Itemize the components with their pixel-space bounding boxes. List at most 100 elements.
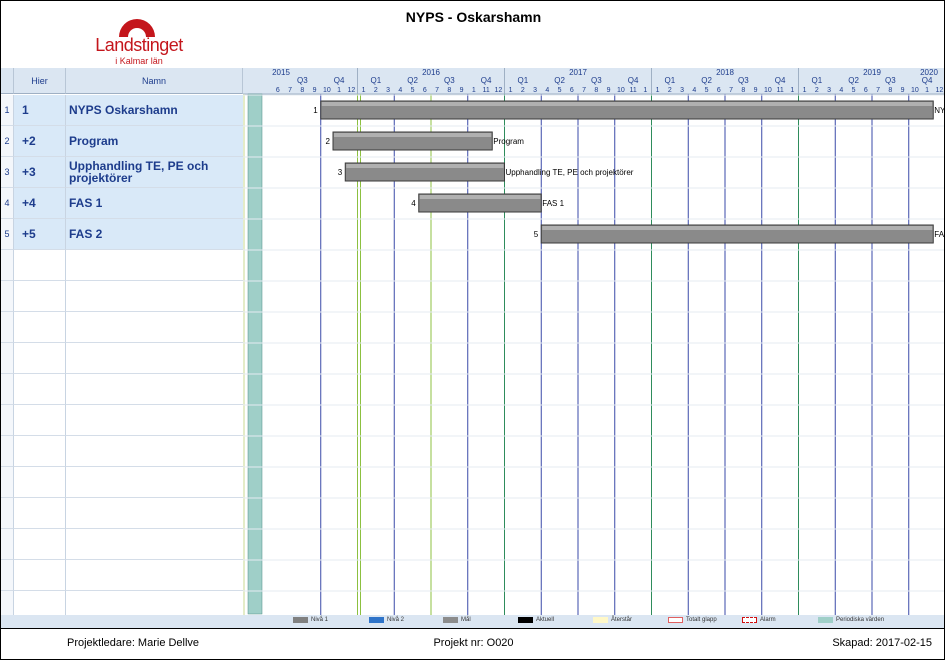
row-hier <box>14 467 66 498</box>
month-label: 7 <box>876 87 880 94</box>
month-label: 1 <box>362 87 366 94</box>
legend-label: Periodiska värden <box>836 617 885 623</box>
empty-row <box>1 343 243 374</box>
month-label: 6 <box>423 87 427 94</box>
month-label: 3 <box>386 87 390 94</box>
project-number: Projekt nr: O020 <box>433 637 514 649</box>
row-name: Program <box>66 126 243 157</box>
month-label: 3 <box>533 87 537 94</box>
gantt-bar-highlight <box>346 164 504 168</box>
empty-row <box>1 281 243 312</box>
month-label: 8 <box>447 87 451 94</box>
empty-row <box>1 529 243 560</box>
month-label: 2 <box>374 87 378 94</box>
month-label: 1 <box>472 87 476 94</box>
gantt-bar-id: 2 <box>326 137 331 146</box>
row-number <box>1 467 14 498</box>
quarter-label: Q4 <box>628 76 639 85</box>
table-row[interactable]: 3 +3 Upphandling TE, PE och projektörer <box>1 157 243 188</box>
quarter-label: Q3 <box>444 76 455 85</box>
gantt-report-page: NYPS - Oskarshamn Landstinget i Kalmar l… <box>0 0 945 660</box>
landstinget-logo: Landstinget i Kalmar län <box>89 19 189 67</box>
row-number: 4 <box>1 188 14 219</box>
legend-swatch-icon <box>668 617 683 623</box>
empty-row <box>1 405 243 436</box>
month-label: 1 <box>337 87 341 94</box>
row-hier <box>14 343 66 374</box>
logo-subtitle: i Kalmar län <box>115 56 163 66</box>
quarter-label: Q4 <box>334 76 345 85</box>
table-row[interactable]: 4 +4 FAS 1 <box>1 188 243 219</box>
row-name <box>66 374 243 405</box>
row-number <box>1 312 14 343</box>
gantt-bar-label: FAS 1 <box>542 199 564 208</box>
name-header[interactable]: Namn <box>66 68 243 94</box>
month-label: 5 <box>705 87 709 94</box>
table-row[interactable]: 5 +5 FAS 2 <box>1 219 243 250</box>
gantt-bar-highlight <box>419 195 541 199</box>
quarter-label: Q1 <box>371 76 382 85</box>
quarter-label: Q1 <box>812 76 823 85</box>
gantt-bar-id: 4 <box>411 199 416 208</box>
legend-label: Totalt glapp <box>686 617 717 623</box>
month-label: 9 <box>901 87 905 94</box>
month-label: 7 <box>582 87 586 94</box>
legend-item: Aktuell <box>518 617 554 623</box>
quarter-label: Q2 <box>554 76 565 85</box>
month-label: 4 <box>545 87 549 94</box>
row-name <box>66 467 243 498</box>
row-name <box>66 343 243 374</box>
logo-name: Landstinget <box>95 35 183 55</box>
table-row[interactable]: 1 1 NYPS Oskarshamn <box>1 95 243 126</box>
gantt-bar-highlight <box>321 102 933 106</box>
month-label: 1 <box>643 87 647 94</box>
row-number <box>1 405 14 436</box>
month-label: 6 <box>717 87 721 94</box>
row-number <box>1 498 14 529</box>
month-label: 1 <box>509 87 513 94</box>
row-number <box>1 560 14 591</box>
legend-item: Alarm <box>742 617 776 623</box>
quarter-label: Q4 <box>922 76 933 85</box>
report-footer: Projektledare: Marie Dellve Projekt nr: … <box>1 628 944 659</box>
row-number <box>1 343 14 374</box>
month-label: 10 <box>911 87 919 94</box>
month-label: 8 <box>594 87 598 94</box>
month-label: 5 <box>852 87 856 94</box>
legend-swatch-icon <box>593 617 608 623</box>
legend-item: Nivå 2 <box>369 617 404 623</box>
month-label: 11 <box>776 87 783 94</box>
row-number: 3 <box>1 157 14 188</box>
quarter-label: Q4 <box>481 76 492 85</box>
month-label: 8 <box>300 87 304 94</box>
table-row[interactable]: 2 +2 Program <box>1 126 243 157</box>
year-label: 2019 <box>863 68 881 77</box>
month-label: 9 <box>607 87 611 94</box>
row-number: 5 <box>1 219 14 250</box>
legend-label: Alarm <box>760 617 776 623</box>
legend-item: Återstår <box>593 617 632 623</box>
gantt-bar-id: 3 <box>338 168 343 177</box>
created-date: Skapad: 2017-02-15 <box>832 637 932 649</box>
legend-label: Aktuell <box>536 617 555 623</box>
year-label: 2015 <box>272 68 290 77</box>
empty-row <box>1 374 243 405</box>
legend-label: Mål <box>461 617 471 623</box>
year-label: 2016 <box>422 68 440 77</box>
month-label: 5 <box>411 87 415 94</box>
year-label: 2018 <box>716 68 734 77</box>
row-number <box>1 374 14 405</box>
month-label: 8 <box>888 87 892 94</box>
month-label: 1 <box>803 87 807 94</box>
month-label: 1 <box>925 87 929 94</box>
legend-item: Mål <box>443 617 471 623</box>
row-name <box>66 436 243 467</box>
row-hier <box>14 529 66 560</box>
month-label: 6 <box>276 87 280 94</box>
month-label: 2 <box>668 87 672 94</box>
month-label: 3 <box>827 87 831 94</box>
month-label: 8 <box>741 87 745 94</box>
hier-header[interactable]: Hier <box>14 68 66 94</box>
report-header: NYPS - Oskarshamn Landstinget i Kalmar l… <box>1 1 944 69</box>
row-name <box>66 281 243 312</box>
